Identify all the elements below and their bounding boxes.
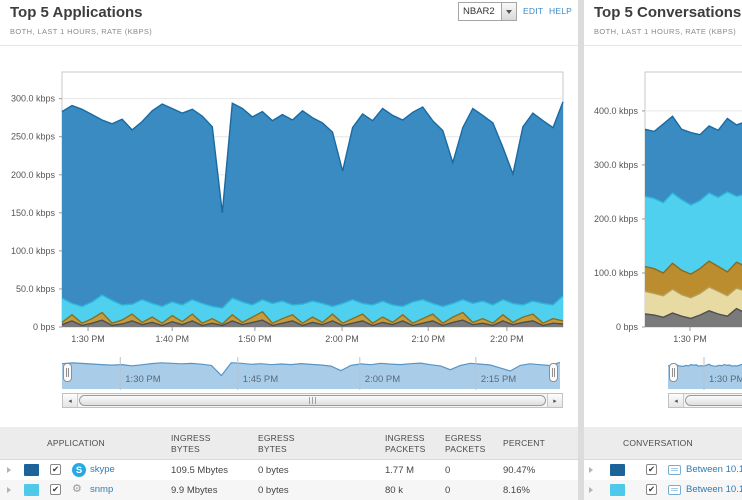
x-tick-label: 2:00 PM <box>325 334 359 344</box>
row-link[interactable]: Between 10.19 <box>686 484 742 495</box>
y-tick-label: 200.0 kbps <box>594 214 639 224</box>
grip-icon <box>309 397 317 404</box>
column-header: CONVERSATION <box>623 427 733 460</box>
brush-handle-left[interactable] <box>63 363 72 382</box>
y-tick-label: 100.0 kbps <box>594 268 639 278</box>
panel-top5-conversations: Top 5 Conversations BOTH, LAST 1 HOURS, … <box>584 0 742 500</box>
y-tick-label: 300.0 kbps <box>11 94 56 104</box>
table-cell: 109.5 Mbytes <box>171 460 239 480</box>
row-link[interactable]: Between 10.19 <box>686 464 742 475</box>
table-row[interactable]: ✔ Between 10.19 <box>584 480 742 500</box>
expand-arrow-icon[interactable] <box>7 487 11 493</box>
series-color-swatch <box>610 464 625 476</box>
y-tick-label: 400.0 kbps <box>594 106 639 116</box>
expand-arrow-icon[interactable] <box>7 467 11 473</box>
expand-arrow-icon[interactable] <box>589 487 593 493</box>
conversations-time-brush[interactable]: 1:30 PM <box>668 357 742 390</box>
brush-handle-right[interactable] <box>549 363 558 382</box>
column-header: INGRESS PACKETS <box>385 427 437 460</box>
x-tick-label: 1:30 PM <box>673 334 707 344</box>
page-title: Top 5 Conversations <box>594 4 741 21</box>
brush-time-label: 1:45 PM <box>243 374 278 385</box>
y-tick-label: 200.0 kbps <box>11 170 56 180</box>
row-link[interactable]: snmp <box>90 484 113 495</box>
page-title: Top 5 Applications <box>10 4 143 21</box>
brush-time-label: 1:30 PM <box>709 374 742 385</box>
y-tick-label: 150.0 kbps <box>11 208 56 218</box>
y-tick-label: 0 bps <box>616 322 639 332</box>
conversation-icon <box>668 465 681 475</box>
table-cell: 9.9 Mbytes <box>171 480 239 500</box>
scrollbar-thumb[interactable] <box>685 395 742 406</box>
table-cell: 8.16% <box>503 480 578 500</box>
y-tick-label: 250.0 kbps <box>11 132 56 142</box>
skype-icon: S <box>72 463 86 477</box>
series-color-swatch <box>610 484 625 496</box>
x-tick-label: 2:20 PM <box>490 334 524 344</box>
column-header: INGRESS BYTES <box>171 427 219 460</box>
help-link[interactable]: HELP <box>549 6 572 16</box>
brush-handle-left[interactable] <box>669 363 678 382</box>
y-tick-label: 50.0 kbps <box>16 284 56 294</box>
edit-link[interactable]: EDIT <box>523 6 543 16</box>
dashboard: Top 5 Applications BOTH, LAST 1 HOURS, R… <box>0 0 742 500</box>
brush-area-line <box>668 364 742 366</box>
scroll-left-icon[interactable]: ◂ <box>669 394 684 407</box>
area-skype <box>62 102 563 327</box>
gear-icon: ⚙ <box>72 482 82 497</box>
applications-scrollbar[interactable]: ◂ ▸ <box>62 393 563 408</box>
y-tick-label: 0 bps <box>33 322 56 332</box>
table-header-row: CONVERSATION <box>584 427 742 460</box>
expand-arrow-icon[interactable] <box>589 467 593 473</box>
chevron-down-icon[interactable] <box>501 3 516 20</box>
series-color-swatch <box>24 464 39 476</box>
nbar2-dropdown-value: NBAR2 <box>459 6 501 17</box>
brush-time-label: 1:30 PM <box>125 374 160 385</box>
panel-subtitle: BOTH, LAST 1 HOURS, RATE (KBPS) <box>10 27 152 36</box>
scrollbar-thumb[interactable] <box>79 395 546 406</box>
table-cell: 90.47% <box>503 460 578 480</box>
y-tick-label: 100.0 kbps <box>11 246 56 256</box>
conversation-icon <box>668 485 681 495</box>
y-tick-label: 300.0 kbps <box>594 160 639 170</box>
table-cell: 0 bytes <box>258 460 322 480</box>
conversations-scrollbar[interactable]: ◂ <box>668 393 742 408</box>
column-header: EGRESS BYTES <box>258 427 302 460</box>
scrollbar-track[interactable] <box>684 394 742 407</box>
series-checkbox[interactable]: ✔ <box>50 464 61 475</box>
scroll-right-icon[interactable]: ▸ <box>547 394 562 407</box>
panel-top5-applications: Top 5 Applications BOTH, LAST 1 HOURS, R… <box>0 0 578 500</box>
table-cell: 0 bytes <box>258 480 322 500</box>
applications-area-chart: 300.0 kbps 250.0 kbps 200.0 kbps 150.0 kbps… <box>0 46 578 346</box>
x-tick-label: 1:50 PM <box>238 334 272 344</box>
table-header-row: APPLICATION INGRESS BYTES EGRESS BYTES INGR… <box>0 427 578 460</box>
column-header: EGRESS PACKETS <box>445 427 497 460</box>
series-color-swatch <box>24 484 39 496</box>
panel-subtitle: BOTH, LAST 1 HOURS, RATE (KBPS) <box>594 27 736 36</box>
scroll-left-icon[interactable]: ◂ <box>63 394 78 407</box>
x-tick-label: 2:10 PM <box>411 334 445 344</box>
table-row[interactable]: ✔Sskype109.5 Mbytes0 bytes1.77 M090.47% <box>0 460 578 480</box>
series-checkbox[interactable]: ✔ <box>50 484 61 495</box>
applications-time-brush[interactable]: 1:30 PM 1:45 PM 2:00 PM 2:15 PM <box>62 357 560 390</box>
brush-time-label: 2:00 PM <box>365 374 400 385</box>
row-link[interactable]: skype <box>90 464 115 475</box>
series-checkbox[interactable]: ✔ <box>646 484 657 495</box>
conversations-area-chart: 400.0 kbps 300.0 kbps 200.0 kbps 100.0 kbps… <box>584 46 742 346</box>
table-row[interactable]: ✔⚙snmp9.9 Mbytes0 bytes80 k08.16% <box>0 480 578 500</box>
column-header: PERCENT <box>503 427 565 460</box>
series-checkbox[interactable]: ✔ <box>646 464 657 475</box>
table-row[interactable]: ✔ Between 10.19 <box>584 460 742 480</box>
scrollbar-track[interactable] <box>78 394 547 407</box>
column-header: APPLICATION <box>47 427 162 460</box>
x-tick-label: 1:30 PM <box>71 334 105 344</box>
brush-time-label: 2:15 PM <box>481 374 516 385</box>
x-tick-label: 1:40 PM <box>155 334 189 344</box>
nbar2-dropdown[interactable]: NBAR2 <box>458 2 517 21</box>
